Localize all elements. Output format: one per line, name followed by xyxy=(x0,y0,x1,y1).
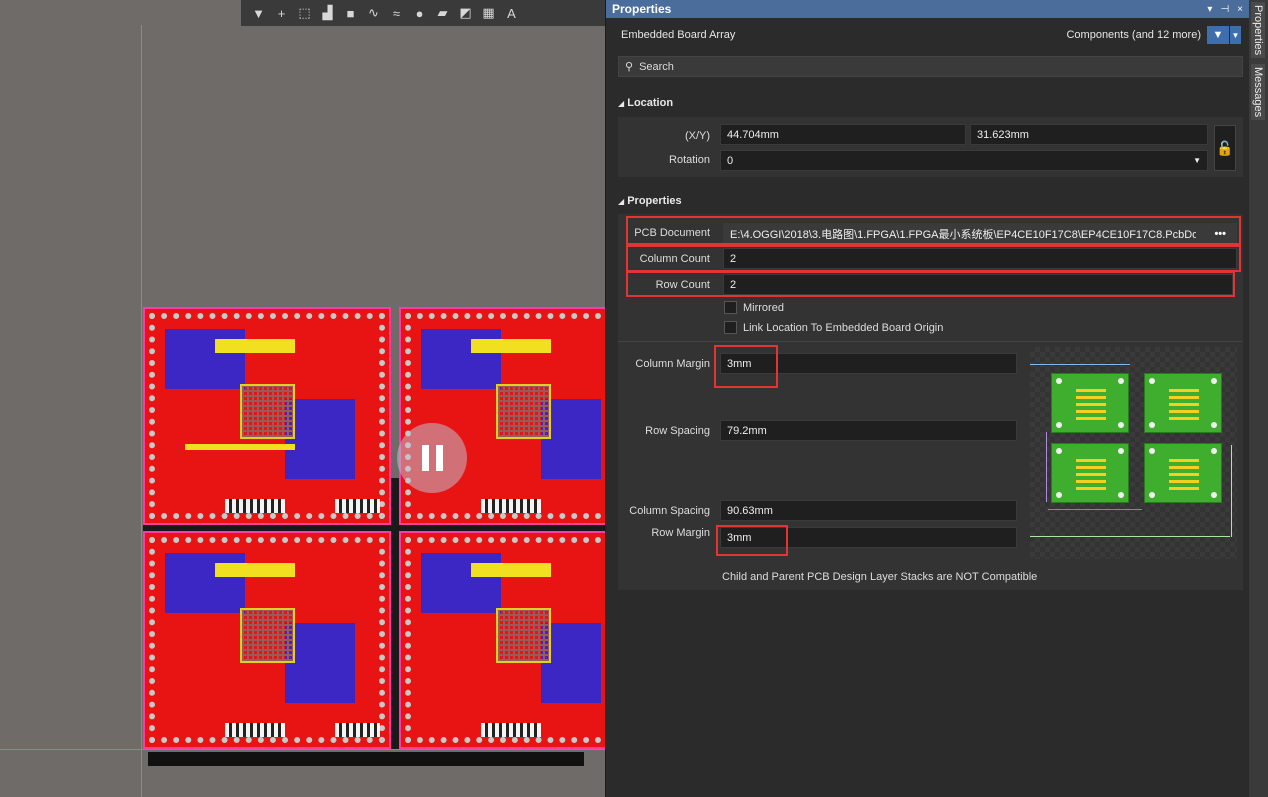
diagram-board xyxy=(1144,373,1222,433)
highlight-column-margin xyxy=(714,345,778,388)
filter-button[interactable]: ▼ ▼ xyxy=(1207,26,1241,44)
origin-guide-horizontal xyxy=(0,749,605,750)
pcb-canvas[interactable]: ▼ + ⬚ ▟ ■ ∿ ≈ ● ▰ ◩ ▦ A xyxy=(0,0,605,797)
mirrored-label: Mirrored xyxy=(743,302,784,314)
row-spacing-field[interactable]: 79.2mm xyxy=(720,420,1017,441)
panel-controls[interactable]: ▾ ⊣ × xyxy=(1207,4,1243,15)
rotation-select[interactable]: 0 ▼ xyxy=(720,150,1208,171)
panel-title: Properties xyxy=(612,2,672,16)
highlight-pcb-document xyxy=(626,216,1241,245)
row-spacing-label: Row Spacing xyxy=(645,425,710,437)
diagram-board xyxy=(1051,373,1129,433)
rotation-label: Rotation xyxy=(669,154,710,166)
pause-icon[interactable] xyxy=(397,423,467,493)
filter-icon: ▼ xyxy=(1207,26,1229,44)
row-margin-arrow xyxy=(1030,536,1230,537)
board-array-diagram xyxy=(1030,347,1237,559)
board-gap-horizontal xyxy=(143,525,605,531)
link-location-checkbox[interactable] xyxy=(724,321,737,334)
chevron-down-icon: ▼ xyxy=(1229,26,1241,44)
component-icon[interactable]: ■ xyxy=(341,3,360,23)
embedded-board-1[interactable] xyxy=(143,307,391,525)
search-input[interactable]: ⚲ Search xyxy=(618,56,1243,77)
search-icon: ⚲ xyxy=(625,61,634,73)
text-icon[interactable]: A xyxy=(502,3,521,23)
highlight-row-margin xyxy=(716,525,788,556)
highlight-row-count xyxy=(626,271,1235,297)
search-placeholder: Search xyxy=(639,60,674,73)
embedded-board-3[interactable] xyxy=(143,531,391,749)
side-tab-strip: Properties Messages xyxy=(1249,0,1268,797)
rotation-value: 0 xyxy=(727,154,734,167)
close-icon[interactable]: × xyxy=(1237,4,1243,15)
origin-guide-vertical xyxy=(141,25,142,797)
board-outline-strip xyxy=(148,752,584,766)
object-type-label: Embedded Board Array xyxy=(621,29,736,41)
y-field[interactable]: 31.623mm xyxy=(970,124,1208,145)
embedded-board-4[interactable] xyxy=(399,531,605,749)
diagram-board xyxy=(1144,443,1222,503)
board-gap-vertical xyxy=(391,478,399,749)
filter-summary: Components (and 12 more) xyxy=(1066,29,1201,41)
via-icon[interactable]: ● xyxy=(410,3,429,23)
xy-label: (X/Y) xyxy=(684,130,710,142)
link-location-label: Link Location To Embedded Board Origin xyxy=(743,322,944,334)
panel-header: Properties ▾ ⊣ × xyxy=(606,0,1249,18)
compatibility-warning: Child and Parent PCB Design Layer Stacks… xyxy=(722,571,1038,583)
properties-section-title: Properties xyxy=(627,195,682,207)
pin-icon[interactable]: ⊣ xyxy=(1220,4,1229,15)
diagram-board xyxy=(1051,443,1129,503)
filter-icon[interactable]: ▼ xyxy=(249,3,268,23)
x-field[interactable]: 44.704mm xyxy=(720,124,966,145)
select-rect-icon[interactable]: ⬚ xyxy=(295,3,314,23)
diff-pair-icon[interactable]: ≈ xyxy=(387,3,406,23)
dropdown-icon[interactable]: ▾ xyxy=(1207,4,1212,15)
collapse-icon: ◢ xyxy=(618,99,625,108)
row-margin-arrow-v xyxy=(1231,445,1232,537)
polygon-icon[interactable]: ▦ xyxy=(479,3,498,23)
align-icon[interactable]: ▟ xyxy=(318,3,337,23)
column-margin-label: Column Margin xyxy=(635,358,710,370)
column-margin-arrow xyxy=(1030,364,1130,365)
panel-subheader: Embedded Board Array Components (and 12 … xyxy=(606,22,1249,48)
fill-icon[interactable]: ▰ xyxy=(433,3,452,23)
location-section-title: Location xyxy=(627,97,674,109)
properties-section-header[interactable]: ◢ Properties xyxy=(618,195,682,207)
row-spacing-arrow xyxy=(1046,432,1047,502)
collapse-icon: ◢ xyxy=(618,197,625,206)
chevron-down-icon: ▼ xyxy=(1193,156,1201,165)
divider xyxy=(618,341,1243,342)
route-icon[interactable]: ∿ xyxy=(364,3,383,23)
properties-panel: Properties ▾ ⊣ × Embedded Board Array Co… xyxy=(605,0,1249,797)
highlight-column-count xyxy=(626,245,1241,272)
active-bar-toolbar: ▼ + ⬚ ▟ ■ ∿ ≈ ● ▰ ◩ ▦ A xyxy=(241,0,605,26)
lock-icon[interactable]: 🔓 xyxy=(1214,125,1236,171)
tab-properties[interactable]: Properties xyxy=(1251,2,1265,59)
mirrored-checkbox[interactable] xyxy=(724,301,737,314)
column-spacing-arrow xyxy=(1048,509,1142,510)
column-spacing-label: Column Spacing xyxy=(629,505,710,517)
column-spacing-field[interactable]: 90.63mm xyxy=(720,500,1017,521)
plus-icon[interactable]: + xyxy=(272,3,291,23)
location-section-header[interactable]: ◢ Location xyxy=(618,97,673,109)
row-margin-label: Row Margin xyxy=(651,527,710,539)
tab-messages[interactable]: Messages xyxy=(1251,64,1265,121)
region-icon[interactable]: ◩ xyxy=(456,3,475,23)
